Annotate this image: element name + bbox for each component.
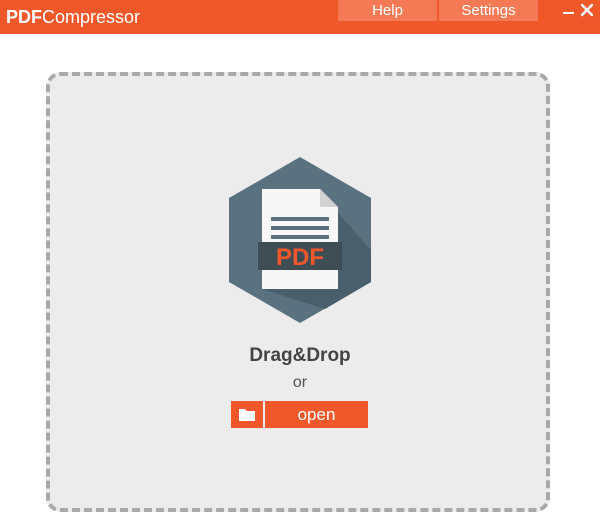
app-title-light: Compressor [42,7,141,27]
title-bar: PDFCompressor Help Settings [0,0,600,34]
settings-button[interactable]: Settings [439,0,538,21]
open-button-label[interactable]: open [265,401,368,428]
open-folder-segment[interactable] [231,401,265,428]
minimize-icon [563,12,574,14]
close-icon [580,3,594,17]
drag-drop-label: Drag&Drop [249,345,351,366]
folder-icon [239,409,255,421]
or-label: or [292,374,308,391]
close-button[interactable] [578,1,596,19]
help-button[interactable]: Help [338,0,437,21]
app-title-bold: PDF [6,7,42,27]
app-title: PDFCompressor [6,7,140,27]
pdf-icon-label: PDF [276,244,324,271]
pdf-file-icon: PDF [225,155,375,325]
minimize-button[interactable] [560,1,578,19]
open-button[interactable]: open [231,401,368,428]
